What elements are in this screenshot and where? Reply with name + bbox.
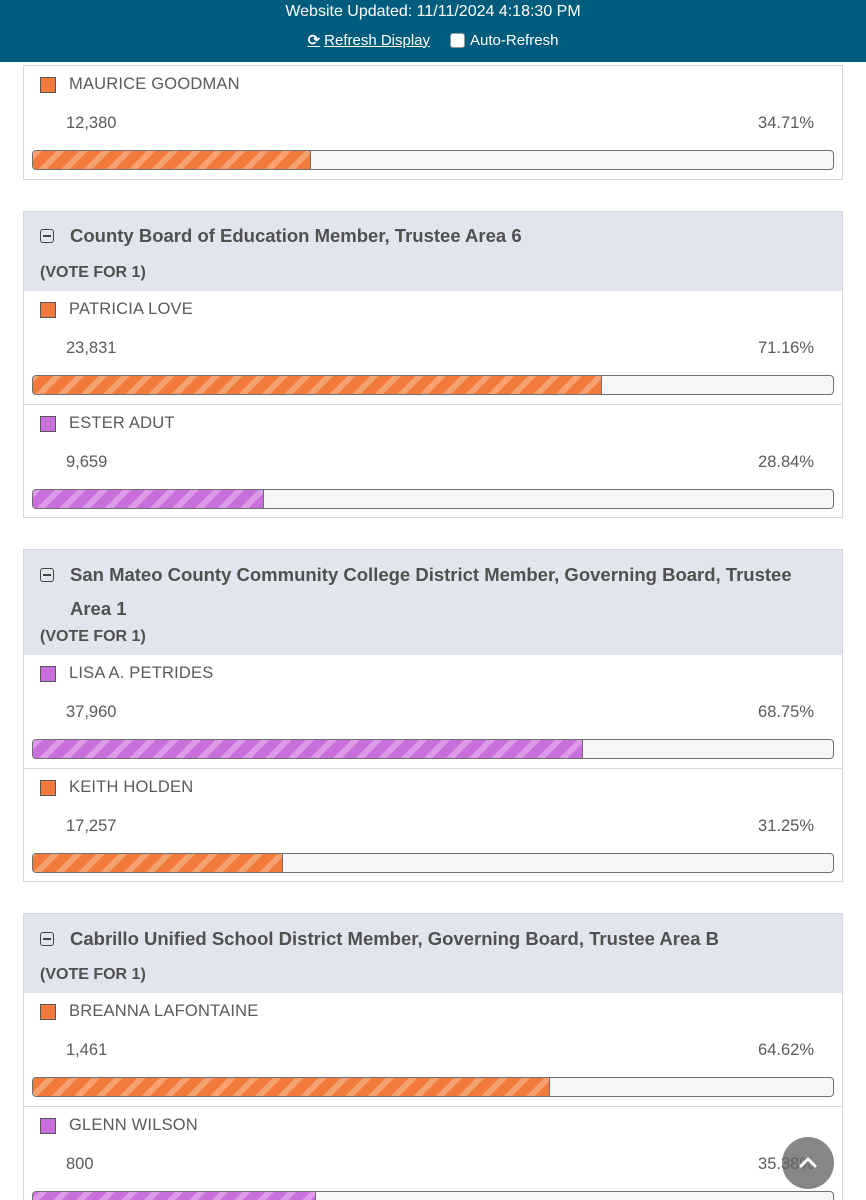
candidate-votes: 37,960 <box>66 703 117 721</box>
candidate-votes: 12,380 <box>66 114 117 132</box>
vote-for-label: (VOTE FOR 1) <box>40 264 146 281</box>
contest-title: Cabrillo Unified School District Member,… <box>70 928 719 949</box>
vote-for-label: (VOTE FOR 1) <box>40 966 146 983</box>
website-updated-text: Website Updated: 11/11/2024 4:18:30 PM <box>285 3 581 20</box>
candidate-color-swatch <box>40 302 56 318</box>
vote-for-label: (VOTE FOR 1) <box>40 628 146 645</box>
auto-refresh-checkbox[interactable] <box>450 32 466 48</box>
refresh-display-link[interactable]: ⟳ Refresh Display <box>307 31 431 50</box>
vote-share-bar <box>32 375 834 395</box>
candidate-percent: 64.62% <box>758 1041 814 1059</box>
candidate-color-swatch <box>40 416 56 432</box>
candidate-votes: 23,831 <box>66 339 117 357</box>
vote-share-fill <box>33 854 283 872</box>
vote-share-bar <box>32 1077 834 1097</box>
header-bar: Website Updated: 11/11/2024 4:18:30 PM ⟳… <box>0 0 866 62</box>
candidate-row: ESTER ADUT 9,659 28.84% <box>24 404 842 517</box>
contest-card: Cabrillo Unified School District Member,… <box>23 913 843 1200</box>
candidate-color-swatch <box>40 1004 56 1020</box>
contest-title-row: Cabrillo Unified School District Member,… <box>40 914 826 956</box>
candidate-row: LISA A. PETRIDES 37,960 68.75% <box>24 655 842 768</box>
candidate-percent: 34.71% <box>758 114 814 132</box>
candidate-name: GLENN WILSON <box>69 1116 198 1134</box>
candidate-row: BREANNA LAFONTAINE 1,461 64.62% <box>24 993 842 1106</box>
contest-header: San Mateo County Community College Distr… <box>24 550 842 655</box>
vote-share-bar <box>32 739 834 759</box>
contest-header: County Board of Education Member, Truste… <box>24 212 842 291</box>
candidate-name: BREANNA LAFONTAINE <box>69 1002 259 1020</box>
candidate-percent: 68.75% <box>758 703 814 721</box>
contest-card: County Board of Education Member, Truste… <box>23 211 843 518</box>
candidate-votes: 800 <box>66 1155 94 1173</box>
contest-card: MAURICE GOODMAN 12,380 34.71% <box>23 65 843 180</box>
contest-title: County Board of Education Member, Truste… <box>70 225 522 246</box>
vote-share-fill <box>33 1078 550 1096</box>
vote-share-bar <box>32 489 834 509</box>
vote-share-fill <box>33 1192 317 1200</box>
header-controls: ⟳ Refresh Display Auto-Refresh <box>0 31 866 50</box>
contest-title: San Mateo County Community College Distr… <box>70 564 792 619</box>
candidate-name: ESTER ADUT <box>69 414 175 432</box>
collapse-icon[interactable] <box>40 568 54 582</box>
candidate-votes: 17,257 <box>66 817 117 835</box>
vote-share-fill <box>33 376 603 394</box>
candidate-name: KEITH HOLDEN <box>69 778 194 796</box>
candidate-percent: 28.84% <box>758 453 814 471</box>
contest-header: Cabrillo Unified School District Member,… <box>24 914 842 993</box>
candidate-name: PATRICIA LOVE <box>69 300 193 318</box>
vote-share-fill <box>33 490 264 508</box>
candidate-percent: 71.16% <box>758 339 814 357</box>
contest-title-row: County Board of Education Member, Truste… <box>40 212 826 253</box>
vote-share-bar <box>32 1191 834 1200</box>
refresh-display-label: Refresh Display <box>324 31 431 49</box>
contest-title-row: San Mateo County Community College Distr… <box>40 550 826 626</box>
candidate-color-swatch <box>40 1118 56 1134</box>
collapse-icon[interactable] <box>40 229 54 243</box>
vote-share-fill <box>33 740 583 758</box>
candidate-color-swatch <box>40 666 56 682</box>
vote-share-bar <box>32 150 834 170</box>
collapse-icon[interactable] <box>40 932 54 946</box>
scroll-to-top-button[interactable] <box>782 1137 834 1189</box>
candidate-row: GLENN WILSON 800 35.38% <box>24 1106 842 1200</box>
candidate-percent: 31.25% <box>758 817 814 835</box>
auto-refresh-label: Auto-Refresh <box>470 31 559 49</box>
refresh-icon: ⟳ <box>307 32 321 49</box>
vote-share-fill <box>33 151 311 169</box>
chevron-up-icon <box>799 1157 817 1168</box>
candidate-row: PATRICIA LOVE 23,831 71.16% <box>24 291 842 404</box>
candidate-row: KEITH HOLDEN 17,257 31.25% <box>24 768 842 881</box>
contest-card: San Mateo County Community College Distr… <box>23 549 843 882</box>
candidate-color-swatch <box>40 780 56 796</box>
vote-share-bar <box>32 853 834 873</box>
candidate-votes: 1,461 <box>66 1041 108 1059</box>
candidate-name: LISA A. PETRIDES <box>69 664 214 682</box>
candidate-votes: 9,659 <box>66 453 108 471</box>
candidate-row: MAURICE GOODMAN 12,380 34.71% <box>24 66 842 179</box>
candidate-color-swatch <box>40 77 56 93</box>
candidate-name: MAURICE GOODMAN <box>69 75 240 93</box>
auto-refresh-toggle[interactable]: Auto-Refresh <box>450 32 558 49</box>
